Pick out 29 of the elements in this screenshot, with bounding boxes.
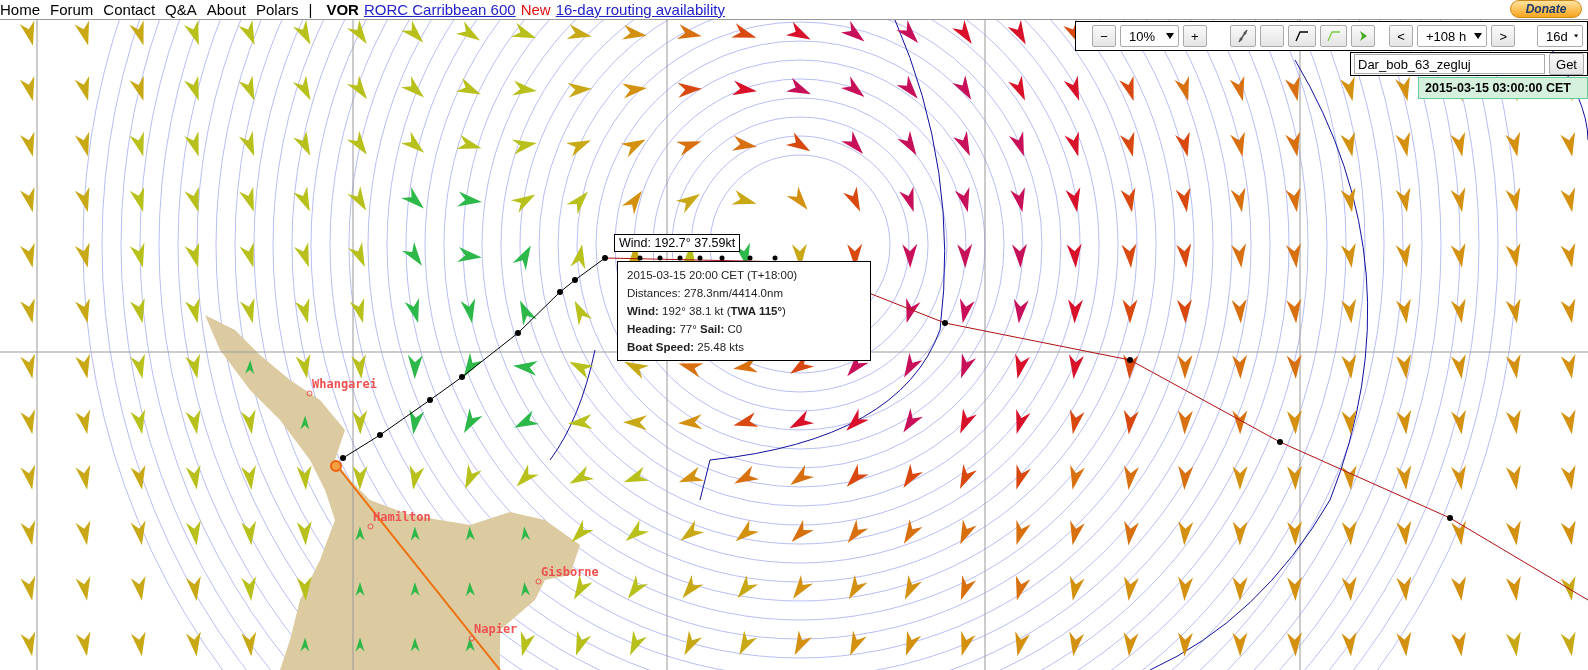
previous-button[interactable]: < <box>1389 25 1413 47</box>
get-button[interactable]: Get <box>1549 53 1584 75</box>
zoom-out-button[interactable]: − <box>1092 25 1116 47</box>
tooltip-line: Boat Speed: 25.48 kts <box>627 340 745 355</box>
range-select[interactable]: 16d <box>1537 25 1583 47</box>
nav-link[interactable]: Home <box>0 1 40 18</box>
tooltip-line: Wind: 192° 38.1 kt (TWA 115°) <box>627 304 787 319</box>
donate-button[interactable]: Donate <box>1510 0 1582 18</box>
race-link[interactable]: RORC Carribbean 600 <box>363 1 516 18</box>
zoom-in-button[interactable]: + <box>1182 25 1207 47</box>
city-label: Whangarei <box>312 377 378 391</box>
boat-name-field[interactable]: Dar_bob_63_zegluj <box>1354 54 1546 74</box>
brand-label: VOR <box>326 1 359 18</box>
nav-link[interactable]: Polars <box>255 1 299 18</box>
nav-separator: | <box>308 1 313 18</box>
zoom-select[interactable]: 10% <box>1120 25 1179 47</box>
nav-link[interactable]: Forum <box>50 1 94 18</box>
tooltip-line: Distances: 278.3nm/4414.0nm <box>627 286 784 301</box>
time-offset-select[interactable]: +108 h <box>1417 25 1488 47</box>
nav-link[interactable]: Q&A <box>165 1 197 18</box>
tooltip-line: 2015-03-15 20:00 CET (T+18:00) <box>627 268 799 283</box>
next-button[interactable]: > <box>1491 25 1516 47</box>
forecast-time-label: 2015-03-15 03:00:00 CET <box>1418 77 1588 99</box>
nav-link[interactable]: Contact <box>103 1 156 18</box>
nav-link[interactable]: About <box>206 1 246 18</box>
wind-label: Wind: 192.7° 37.59kt <box>614 234 741 252</box>
new-label: New <box>520 1 551 18</box>
promo-link[interactable]: 16-day routing availability <box>555 1 725 18</box>
tooltip-line: Heading: 77° Sail: C0 <box>627 322 744 337</box>
